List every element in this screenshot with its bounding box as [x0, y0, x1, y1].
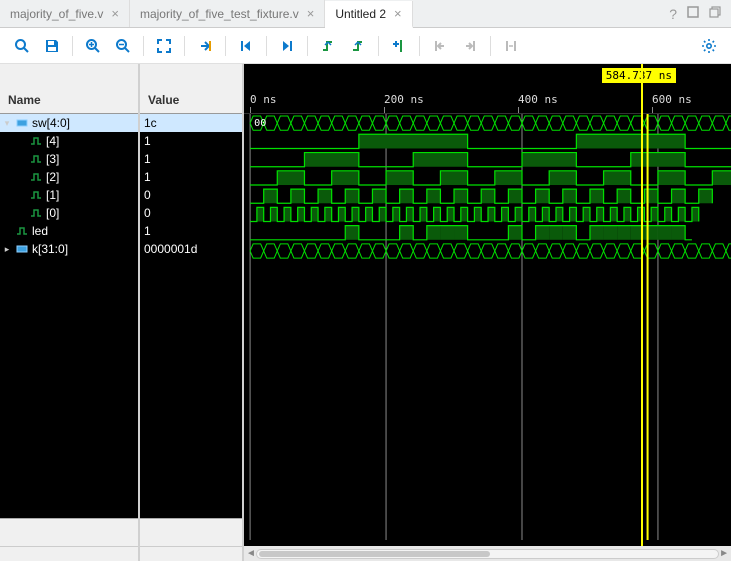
save-icon[interactable] — [40, 34, 64, 58]
time-ruler[interactable]: 0 ns 200 ns 400 ns 600 ns — [244, 90, 731, 114]
signal-name: [4] — [46, 134, 59, 148]
scrollbar-thumb[interactable] — [259, 551, 490, 557]
svg-text:00: 00 — [254, 118, 266, 129]
zoom-in-icon[interactable] — [81, 34, 105, 58]
signal-icon — [30, 189, 42, 201]
signal-value-row[interactable]: 0 — [140, 186, 242, 204]
signal-value: 1c — [144, 116, 157, 130]
chevron-right-icon[interactable]: ▸ — [2, 244, 12, 255]
name-rows[interactable]: ▾ sw[4:0] [4] [3] [2] [1] [0] led ▸ k[31:0] — [0, 114, 138, 518]
signal-icon — [30, 153, 42, 165]
signal-name: led — [32, 224, 48, 238]
help-icon[interactable]: ? — [669, 6, 677, 22]
signal-value-row[interactable]: 0 — [140, 204, 242, 222]
signal-value: 0 — [144, 206, 151, 220]
name-header: Name — [0, 64, 138, 114]
signal-name-row[interactable]: [1] — [0, 186, 138, 204]
scroll-right-icon[interactable]: ► — [719, 548, 729, 559]
tab-untitled-2[interactable]: Untitled 2 × — [325, 1, 412, 28]
signal-name: k[31:0] — [32, 242, 68, 256]
tab-bar: majority_of_five.v × majority_of_five_te… — [0, 0, 731, 28]
signal-value-row[interactable]: 1 — [140, 132, 242, 150]
signal-name: [0] — [46, 206, 59, 220]
value-h-scroll[interactable] — [140, 546, 242, 561]
scroll-left-icon[interactable]: ◄ — [246, 548, 256, 559]
restore-window-icon[interactable] — [709, 6, 721, 22]
signal-name: [2] — [46, 170, 59, 184]
value-header: Value — [140, 64, 242, 114]
swap-markers-icon[interactable] — [499, 34, 523, 58]
signal-value-row[interactable]: 1 — [140, 168, 242, 186]
signal-name-row[interactable]: [0] — [0, 204, 138, 222]
go-to-end-icon[interactable] — [275, 34, 299, 58]
ruler-tick-label: 200 ns — [384, 93, 424, 106]
name-footer — [0, 518, 138, 546]
value-panel: Value 1c 1 1 1 0 0 1 0000001d — [140, 64, 244, 561]
signal-name-row[interactable]: ▾ sw[4:0] — [0, 114, 138, 132]
gear-icon[interactable] — [697, 34, 721, 58]
signal-name-row[interactable]: [3] — [0, 150, 138, 168]
signal-name-row[interactable]: [4] — [0, 132, 138, 150]
signal-value: 1 — [144, 170, 151, 184]
signal-name: [1] — [46, 188, 59, 202]
name-h-scroll[interactable] — [0, 546, 138, 561]
tab-label: Untitled 2 — [335, 7, 386, 21]
signal-icon — [30, 207, 42, 219]
signal-icon — [30, 171, 42, 183]
signal-value: 0000001d — [144, 242, 197, 256]
search-icon[interactable] — [10, 34, 34, 58]
go-to-start-icon[interactable] — [234, 34, 258, 58]
chevron-down-icon[interactable]: ▾ — [2, 118, 12, 129]
signal-value-row[interactable]: 1 — [140, 150, 242, 168]
ruler-tick-label: 600 ns — [652, 93, 692, 106]
waveform-body[interactable]: 00 — [244, 114, 731, 546]
ruler-tick-label: 0 ns — [250, 93, 277, 106]
signal-value: 1 — [144, 152, 151, 166]
close-icon[interactable]: × — [394, 6, 402, 21]
tab-label: majority_of_five_test_fixture.v — [140, 7, 299, 21]
tab-majority-of-five[interactable]: majority_of_five.v × — [0, 0, 130, 27]
next-marker-icon[interactable] — [458, 34, 482, 58]
value-footer — [140, 518, 242, 546]
prev-marker-icon[interactable] — [428, 34, 452, 58]
value-rows[interactable]: 1c 1 1 1 0 0 1 0000001d — [140, 114, 242, 518]
signal-value-row[interactable]: 1c — [140, 114, 242, 132]
add-marker-icon[interactable] — [387, 34, 411, 58]
name-panel: Name ▾ sw[4:0] [4] [3] [2] [1] [0] led ▸ k[31:0] — [0, 64, 140, 561]
go-to-cursor-icon[interactable] — [193, 34, 217, 58]
cursor-line[interactable] — [641, 64, 643, 546]
wave-h-scroll[interactable]: ◄ ► — [244, 546, 731, 561]
signal-name-row[interactable]: led — [0, 222, 138, 240]
tab-test-fixture[interactable]: majority_of_five_test_fixture.v × — [130, 0, 325, 27]
signal-icon — [16, 117, 28, 129]
cursor-time-label: 584.737 ns — [602, 68, 676, 83]
maximize-icon[interactable] — [687, 6, 699, 22]
signal-icon — [16, 225, 28, 237]
signal-value-row[interactable]: 0000001d — [140, 240, 242, 258]
waveform-svg: 00 — [244, 114, 731, 540]
signal-icon — [16, 243, 28, 255]
signal-name-row[interactable]: ▸ k[31:0] — [0, 240, 138, 258]
signal-name: [3] — [46, 152, 59, 166]
signal-name: sw[4:0] — [32, 116, 70, 130]
waveform-area[interactable]: 584.737 ns 0 ns 200 ns 400 ns 600 ns 00 ◄ ► — [244, 64, 731, 561]
signal-name-row[interactable]: [2] — [0, 168, 138, 186]
close-icon[interactable]: × — [307, 6, 315, 21]
zoom-out-icon[interactable] — [111, 34, 135, 58]
close-icon[interactable]: × — [111, 6, 119, 21]
ruler-tick-label: 400 ns — [518, 93, 558, 106]
signal-value-row[interactable]: 1 — [140, 222, 242, 240]
signal-icon — [30, 135, 42, 147]
main-area: Name ▾sw[4:0][4][3][2][1][0]led▸k[31:0] … — [0, 64, 731, 561]
toolbar — [0, 28, 731, 64]
tab-label: majority_of_five.v — [10, 7, 103, 21]
prev-transition-icon[interactable] — [316, 34, 340, 58]
signal-value: 1 — [144, 224, 151, 238]
signal-value: 0 — [144, 188, 151, 202]
signal-value: 1 — [144, 134, 151, 148]
next-transition-icon[interactable] — [346, 34, 370, 58]
zoom-fit-icon[interactable] — [152, 34, 176, 58]
